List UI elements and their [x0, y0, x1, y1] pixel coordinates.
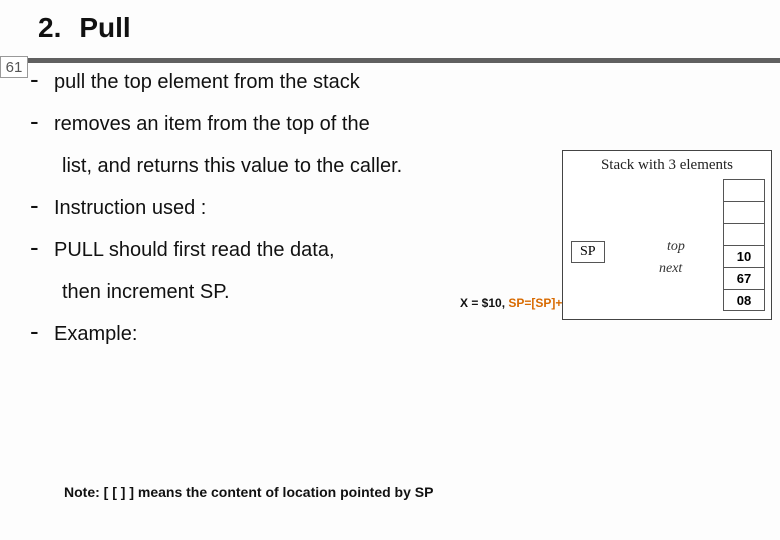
bullet-continuation: list, and returns this value to the call… [62, 152, 532, 180]
bullet-text: removes an item from the top of the [54, 110, 370, 138]
bullet-text: PULL should first read the data, [54, 236, 335, 264]
stack-cell: 67 [723, 267, 765, 289]
dash-icon: - [30, 320, 44, 342]
title-text: Pull [79, 12, 130, 44]
bullet-item: - PULL should first read the data, [30, 236, 530, 264]
bullet-item: - removes an item from the top of the [30, 110, 530, 138]
footnote: Note: [ [ ] ] means the content of locat… [64, 484, 433, 500]
dash-icon: - [30, 194, 44, 216]
annotation-sp-expr: SP=[SP]+1 [508, 296, 569, 310]
bullet-item: - Example: [30, 320, 530, 348]
title-row: 2. Pull [38, 12, 780, 44]
stack-cell [723, 179, 765, 201]
bullet-item: - pull the top element from the stack [30, 68, 530, 96]
bullet-item: - Instruction used : [30, 194, 530, 222]
stack-cell: 10 [723, 245, 765, 267]
page-number-badge: 61 [0, 56, 28, 78]
bullet-text: Example: [54, 320, 137, 348]
dash-icon: - [30, 68, 44, 90]
stack-cell: 08 [723, 289, 765, 311]
top-arrow-icon [641, 246, 721, 247]
slide-header: 2. Pull [0, 0, 780, 50]
diagram-title: Stack with 3 elements [563, 157, 771, 174]
annotation-prefix: X = $10, [460, 296, 508, 310]
top-label: top [667, 239, 685, 255]
stack-cell [723, 223, 765, 245]
sp-arrow-icon [607, 246, 641, 247]
stack-cells: 10 67 08 [723, 179, 765, 311]
next-label: next [659, 261, 682, 277]
bullet-text: pull the top element from the stack [54, 68, 360, 96]
dash-icon: - [30, 110, 44, 132]
stack-diagram: Stack with 3 elements SP top next 10 67 … [562, 150, 772, 320]
sp-annotation: X = $10, SP=[SP]+1 [460, 296, 569, 310]
next-arrow-icon [633, 268, 721, 269]
dash-icon: - [30, 236, 44, 258]
bullet-text: Instruction used : [54, 194, 206, 222]
stack-cell [723, 201, 765, 223]
sp-box: SP [571, 241, 605, 263]
title-number: 2. [38, 12, 61, 44]
